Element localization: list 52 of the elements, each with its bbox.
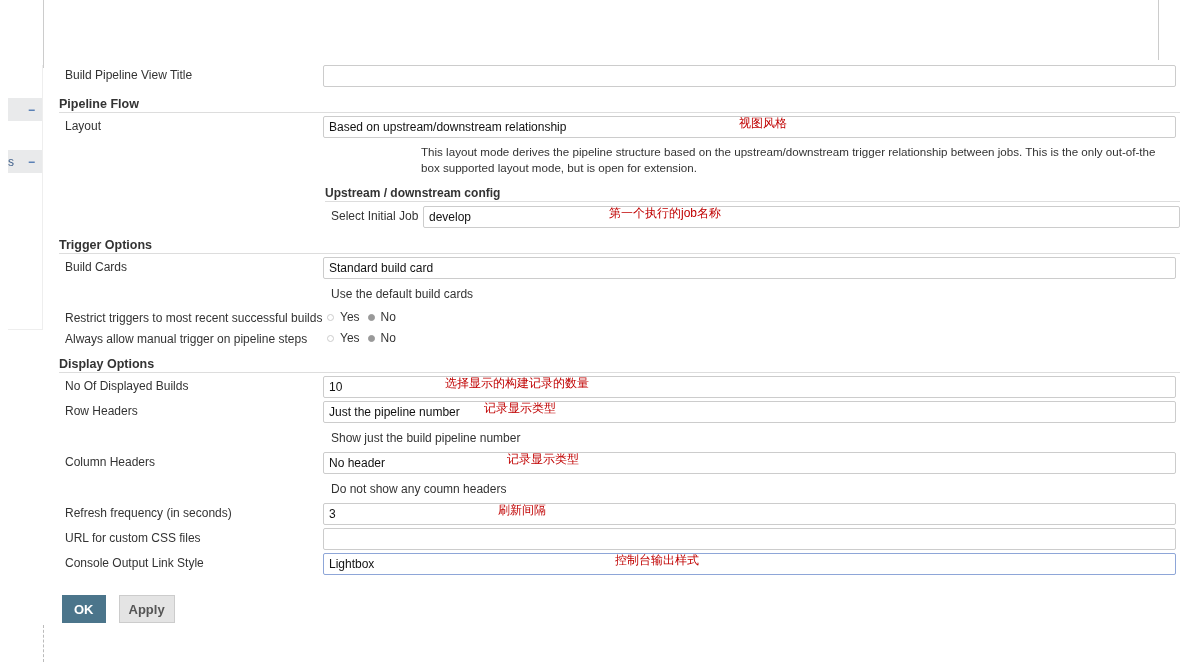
help-text: This layout mode derives the pipeline structure based on the upstream/downstream trigger relationship between jobs. This is the only out-of-the box supported layout mode, but is open for extension. <box>421 144 1157 176</box>
help-text: Show just the build pipeline number <box>331 430 522 447</box>
radio-label: Yes <box>340 331 360 345</box>
field-label: No Of Displayed Builds <box>64 378 190 395</box>
collapse-button[interactable]: − <box>28 154 35 169</box>
field-label: Select Initial Job <box>330 208 420 225</box>
annotation-note: 控制台输出样式 <box>615 552 699 569</box>
section-heading: Trigger Options <box>59 238 1180 254</box>
radio-button[interactable] <box>367 334 375 342</box>
radio-label: No <box>380 310 396 324</box>
sidebar-item[interactable]: s − <box>8 150 42 173</box>
input-field[interactable] <box>323 528 1176 550</box>
annotation-note: 视图风格 <box>739 115 787 132</box>
apply-button[interactable]: Apply <box>118 595 175 623</box>
radio-button[interactable] <box>327 334 334 342</box>
subsection-heading: Upstream / downstream config <box>325 186 1180 202</box>
sidebar-item[interactable]: − <box>8 98 42 121</box>
field-label: Build Pipeline View Title <box>64 67 194 84</box>
radio-label: Yes <box>340 310 360 324</box>
field-label: Column Headers <box>64 454 157 471</box>
field-label: Row Headers <box>64 403 139 420</box>
input-field[interactable]: develop 第一个执行的job名称 <box>423 206 1180 228</box>
field-label: Layout <box>64 118 103 135</box>
field-label: Refresh frequency (in seconds) <box>64 505 233 522</box>
select-field[interactable]: Based on upstream/downstream relationship 视图风格 <box>323 116 1176 138</box>
select-field[interactable]: Just the pipeline number 记录显示类型 <box>323 401 1176 423</box>
section-heading: Pipeline Flow <box>59 97 1180 113</box>
help-text: Do not show any coumn headers <box>331 481 508 498</box>
input-field[interactable]: 10 选择显示的构建记录的数量 <box>323 376 1176 398</box>
annotation-note: 选择显示的构建记录的数量 <box>445 375 589 392</box>
field-label: Build Cards <box>64 259 129 276</box>
help-text: Use the default build cards <box>331 286 475 303</box>
input-field[interactable] <box>323 65 1176 87</box>
select-field[interactable]: No header 记录显示类型 <box>323 452 1176 474</box>
radio-button[interactable] <box>367 313 375 321</box>
annotation-note: 刷新间隔 <box>498 502 546 519</box>
annotation-note: 第一个执行的job名称 <box>609 205 721 222</box>
annotation-note: 记录显示类型 <box>507 451 579 468</box>
select-field[interactable]: Standard build card <box>323 257 1176 279</box>
select-field[interactable]: Lightbox 控制台输出样式 <box>323 553 1176 575</box>
ok-button[interactable]: OK <box>62 595 106 623</box>
radio-button[interactable] <box>327 313 334 321</box>
field-label: URL for custom CSS files <box>64 530 202 547</box>
field-label: Restrict triggers to most recent successful builds <box>64 310 323 326</box>
section-heading: Display Options <box>59 357 1180 373</box>
collapse-button[interactable]: − <box>28 102 35 117</box>
radio-label: No <box>380 331 396 345</box>
annotation-note: 记录显示类型 <box>484 400 556 417</box>
sidebar-label: s <box>8 154 14 169</box>
input-field[interactable]: 3 刷新间隔 <box>323 503 1176 525</box>
field-label: Always allow manual trigger on pipeline steps <box>64 331 309 347</box>
field-label: Console Output Link Style <box>64 555 205 572</box>
